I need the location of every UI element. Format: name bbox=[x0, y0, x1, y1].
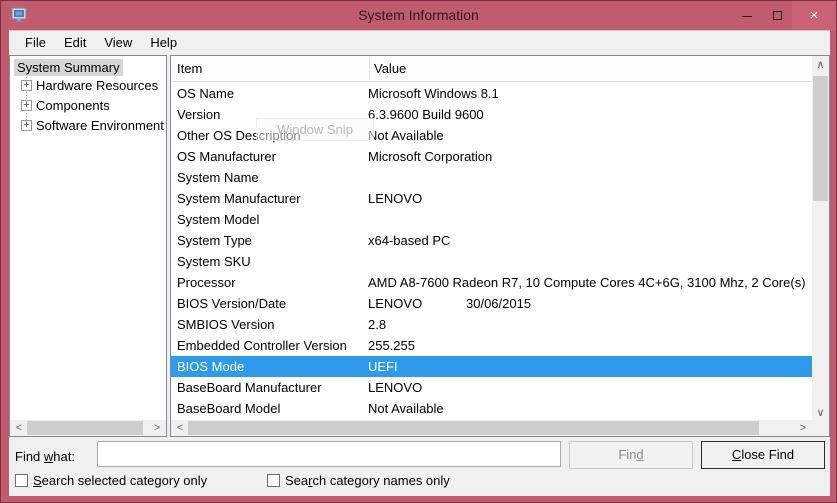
search-category-names-checkbox[interactable]: Search category names only bbox=[267, 473, 450, 488]
client-area: File Edit View Help System Summary + Har… bbox=[9, 30, 830, 496]
row-item-label: System Model bbox=[171, 209, 368, 230]
category-tree-panel: System Summary + Hardware Resources + Co… bbox=[9, 55, 167, 437]
scroll-left-icon[interactable]: < bbox=[12, 420, 26, 436]
table-row[interactable]: BIOS ModeUEFI bbox=[171, 356, 812, 377]
checkbox-label: Search selected category only bbox=[33, 473, 207, 488]
window-title: System Information bbox=[1, 7, 836, 23]
expand-icon[interactable]: + bbox=[21, 120, 32, 131]
table-row[interactable]: System Typex64-based PC bbox=[171, 230, 812, 251]
find-bar: Find what: Find Close Find Search select… bbox=[9, 437, 830, 496]
close-icon: × bbox=[810, 7, 819, 24]
system-information-window: System Information × File Edit View Help… bbox=[0, 0, 837, 503]
row-value: 2.8 bbox=[368, 317, 386, 332]
scrollbar-thumb[interactable] bbox=[27, 421, 143, 435]
row-value: LENOVO30/06/2015 bbox=[368, 296, 531, 311]
row-value: LENOVO bbox=[368, 191, 422, 206]
row-item-label: OS Manufacturer bbox=[171, 146, 368, 167]
tree-item-system-summary[interactable]: System Summary bbox=[14, 60, 123, 75]
row-item-label: OS Name bbox=[171, 83, 368, 104]
table-header: Item Value bbox=[171, 56, 812, 82]
table-row[interactable]: System Model bbox=[171, 209, 812, 230]
table-row[interactable]: System ManufacturerLENOVO bbox=[171, 188, 812, 209]
find-button[interactable]: Find bbox=[569, 441, 693, 469]
expand-icon[interactable]: + bbox=[21, 100, 32, 111]
row-value: Microsoft Corporation bbox=[368, 149, 492, 164]
table-row[interactable]: OS ManufacturerMicrosoft Corporation bbox=[171, 146, 812, 167]
tree-item-hardware-resources[interactable]: Hardware Resources bbox=[36, 78, 158, 93]
row-item-label: Processor bbox=[171, 272, 368, 293]
row-value: 255.255 bbox=[368, 338, 415, 353]
details-table-panel: Item Value OS NameMicrosoft Windows 8.1 V… bbox=[170, 55, 830, 437]
scrollbar-corner bbox=[812, 420, 829, 436]
scroll-right-icon[interactable]: > bbox=[796, 420, 810, 436]
table-row[interactable]: OS NameMicrosoft Windows 8.1 bbox=[171, 83, 812, 104]
menu-edit[interactable]: Edit bbox=[55, 32, 95, 53]
close-find-button[interactable]: Close Find bbox=[701, 441, 825, 469]
row-item-label: BaseBoard Manufacturer bbox=[171, 377, 368, 398]
table-row[interactable]: System Name bbox=[171, 167, 812, 188]
find-input[interactable] bbox=[97, 441, 561, 467]
checkbox-icon bbox=[15, 474, 28, 487]
scroll-down-icon[interactable]: ∨ bbox=[812, 405, 829, 421]
maximize-button[interactable] bbox=[762, 1, 792, 30]
column-header-item[interactable]: Item bbox=[177, 61, 202, 76]
menu-file[interactable]: File bbox=[16, 32, 55, 53]
checkbox-label: Search category names only bbox=[285, 473, 450, 488]
column-divider[interactable] bbox=[369, 58, 370, 80]
maximize-icon bbox=[773, 11, 782, 20]
row-item-label: BIOS Mode bbox=[171, 356, 368, 377]
scroll-left-icon[interactable]: < bbox=[173, 420, 187, 436]
table-vertical-scrollbar[interactable]: ∧ ∨ bbox=[812, 56, 829, 422]
scroll-up-icon[interactable]: ∧ bbox=[812, 57, 829, 73]
expand-icon[interactable]: + bbox=[21, 80, 32, 91]
row-item-label: System Name bbox=[171, 167, 368, 188]
minimize-icon bbox=[742, 16, 752, 17]
find-what-label: Find what: bbox=[15, 449, 75, 464]
table-row[interactable]: System SKU bbox=[171, 251, 812, 272]
row-value: AMD A8-7600 Radeon R7, 10 Compute Cores … bbox=[368, 275, 806, 290]
tree-horizontal-scrollbar[interactable]: < > bbox=[10, 420, 166, 436]
row-item-label: System SKU bbox=[171, 251, 368, 272]
scrollbar-thumb[interactable] bbox=[188, 421, 759, 435]
table-horizontal-scrollbar[interactable]: < > bbox=[171, 420, 812, 436]
row-item-label: BaseBoard Model bbox=[171, 398, 368, 419]
table-row[interactable]: BIOS Version/DateLENOVO30/06/2015 bbox=[171, 293, 812, 314]
tree-item-components[interactable]: Components bbox=[36, 98, 110, 113]
menu-view[interactable]: View bbox=[95, 32, 141, 53]
row-value: Not Available bbox=[368, 128, 444, 143]
row-value: LENOVO bbox=[368, 380, 422, 395]
table-row[interactable]: SMBIOS Version2.8 bbox=[171, 314, 812, 335]
row-value: 6.3.9600 Build 9600 bbox=[368, 107, 484, 122]
row-item-label: System Type bbox=[171, 230, 368, 251]
checkbox-icon bbox=[267, 474, 280, 487]
table-row[interactable]: ProcessorAMD A8-7600 Radeon R7, 10 Compu… bbox=[171, 272, 812, 293]
scrollbar-thumb[interactable] bbox=[813, 76, 828, 201]
menu-bar: File Edit View Help bbox=[9, 30, 830, 54]
row-item-label: System Manufacturer bbox=[171, 188, 368, 209]
row-value: UEFI bbox=[368, 359, 398, 374]
close-button[interactable]: × bbox=[792, 1, 836, 30]
table-row[interactable]: BaseBoard ManufacturerLENOVO bbox=[171, 377, 812, 398]
table-row[interactable]: BaseBoard ModelNot Available bbox=[171, 398, 812, 419]
title-bar[interactable]: System Information × bbox=[1, 1, 836, 30]
row-value: Microsoft Windows 8.1 bbox=[368, 86, 499, 101]
menu-help[interactable]: Help bbox=[141, 32, 186, 53]
search-selected-category-checkbox[interactable]: Search selected category only bbox=[15, 473, 207, 488]
tree-item-software-environment[interactable]: Software Environment bbox=[36, 118, 164, 133]
scroll-right-icon[interactable]: > bbox=[150, 420, 164, 436]
window-snip-ghost: Window Snip bbox=[256, 118, 374, 141]
row-item-label: SMBIOS Version bbox=[171, 314, 368, 335]
table-row[interactable]: Embedded Controller Version255.255 bbox=[171, 335, 812, 356]
row-item-label: BIOS Version/Date bbox=[171, 293, 368, 314]
column-header-value[interactable]: Value bbox=[374, 61, 406, 76]
row-item-label: Embedded Controller Version bbox=[171, 335, 368, 356]
row-value: Not Available bbox=[368, 401, 444, 416]
row-value: x64-based PC bbox=[368, 233, 450, 248]
minimize-button[interactable] bbox=[732, 1, 762, 30]
